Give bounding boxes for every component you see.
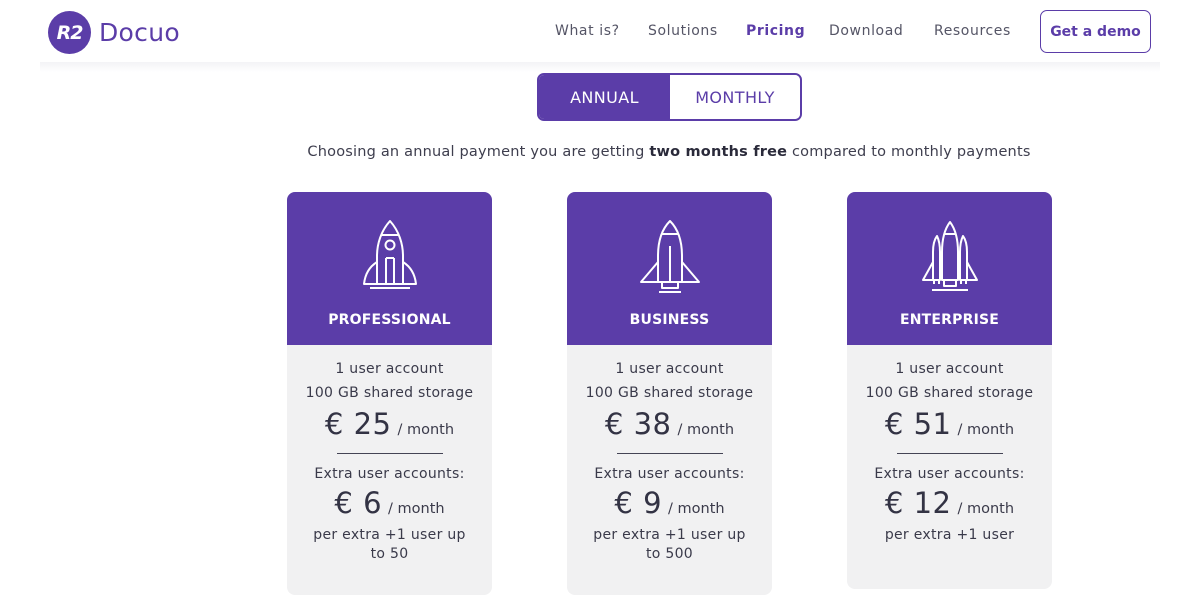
plan-card-business: BUSINESS 1 user account 100 GB shared st… — [567, 192, 772, 595]
plan-body: 1 user account 100 GB shared storage € 5… — [847, 361, 1052, 545]
logo[interactable]: R2 Docuo — [48, 11, 180, 54]
plan-card-enterprise: ENTERPRISE 1 user account 100 GB shared … — [847, 192, 1052, 589]
plan-header: BUSINESS — [567, 192, 772, 345]
extra-user-price: € 6 / month — [287, 486, 492, 520]
annual-toggle-button[interactable]: ANNUAL — [539, 75, 670, 119]
get-a-demo-button[interactable]: Get a demo — [1040, 10, 1151, 53]
header-shadow — [40, 62, 1160, 72]
plan-price: € 51 / month — [847, 407, 1052, 441]
subtitle-bold: two months free — [649, 144, 788, 160]
extra-price-unit: / month — [957, 501, 1015, 517]
plan-body: 1 user account 100 GB shared storage € 2… — [287, 361, 492, 564]
extra-user-price: € 9 / month — [567, 486, 772, 520]
nav-item-download[interactable]: Download — [829, 23, 903, 39]
plan-price-unit: / month — [957, 422, 1015, 438]
extra-price-value: € 9 — [614, 486, 663, 520]
plan-header: ENTERPRISE — [847, 192, 1052, 345]
divider — [336, 453, 443, 454]
extra-users-label: Extra user accounts: — [874, 466, 1025, 482]
plan-price-unit: / month — [397, 422, 455, 438]
extra-user-price: € 12 / month — [847, 486, 1052, 520]
extra-price-value: € 12 — [884, 486, 952, 520]
nav-item-pricing[interactable]: Pricing — [746, 23, 805, 39]
extra-users-label: Extra user accounts: — [314, 466, 465, 482]
plan-card-professional: PROFESSIONAL 1 user account 100 GB share… — [287, 192, 492, 595]
plan-name: PROFESSIONAL — [328, 312, 451, 328]
plan-body: 1 user account 100 GB shared storage € 3… — [567, 361, 772, 564]
pricing-subtitle: Choosing an annual payment you are getti… — [0, 144, 1200, 160]
logo-text: Docuo — [99, 18, 180, 47]
extra-price-unit: / month — [388, 501, 445, 517]
plan-header: PROFESSIONAL — [287, 192, 492, 345]
extra-users-label: Extra user accounts: — [594, 466, 745, 482]
plan-storage: 100 GB shared storage — [305, 385, 474, 401]
extra-price-unit: / month — [668, 501, 725, 517]
plan-price-unit: / month — [677, 422, 735, 438]
extra-user-note: per extra +1 user — [884, 527, 1015, 543]
plan-users: 1 user account — [335, 361, 444, 377]
plan-storage: 100 GB shared storage — [865, 385, 1034, 401]
nav-item-what-is[interactable]: What is? — [555, 23, 620, 39]
subtitle-pre: Choosing an annual payment you are getti… — [307, 144, 650, 160]
divider — [616, 453, 723, 454]
plan-name: BUSINESS — [629, 312, 710, 328]
plan-price-value: € 51 — [884, 407, 952, 441]
space-shuttle-boosters-icon — [847, 218, 1052, 294]
logo-badge-text: R2 — [56, 21, 84, 44]
plan-name: ENTERPRISE — [899, 312, 1000, 328]
billing-toggle: ANNUAL MONTHLY — [537, 73, 802, 121]
divider — [896, 453, 1003, 454]
logo-badge-icon: R2 — [48, 11, 91, 54]
shuttle-icon — [567, 218, 772, 294]
plan-price-value: € 38 — [604, 407, 672, 441]
nav-item-solutions[interactable]: Solutions — [648, 23, 718, 39]
subtitle-post: compared to monthly payments — [787, 144, 1031, 160]
plan-storage: 100 GB shared storage — [585, 385, 754, 401]
plan-users: 1 user account — [895, 361, 1004, 377]
plan-users: 1 user account — [615, 361, 724, 377]
monthly-toggle-button[interactable]: MONTHLY — [670, 75, 800, 119]
extra-price-value: € 6 — [334, 486, 383, 520]
nav-item-resources[interactable]: Resources — [934, 23, 1011, 39]
plan-price: € 38 / month — [567, 407, 772, 441]
plan-price: € 25 / month — [287, 407, 492, 441]
extra-user-note: per extra +1 user up to 500 — [593, 527, 746, 562]
extra-user-note: per extra +1 user up to 50 — [313, 527, 466, 562]
site-header: R2 Docuo What is? Solutions Pricing Down… — [0, 0, 1200, 66]
rocket-icon — [287, 218, 492, 290]
plan-price-value: € 25 — [324, 407, 392, 441]
